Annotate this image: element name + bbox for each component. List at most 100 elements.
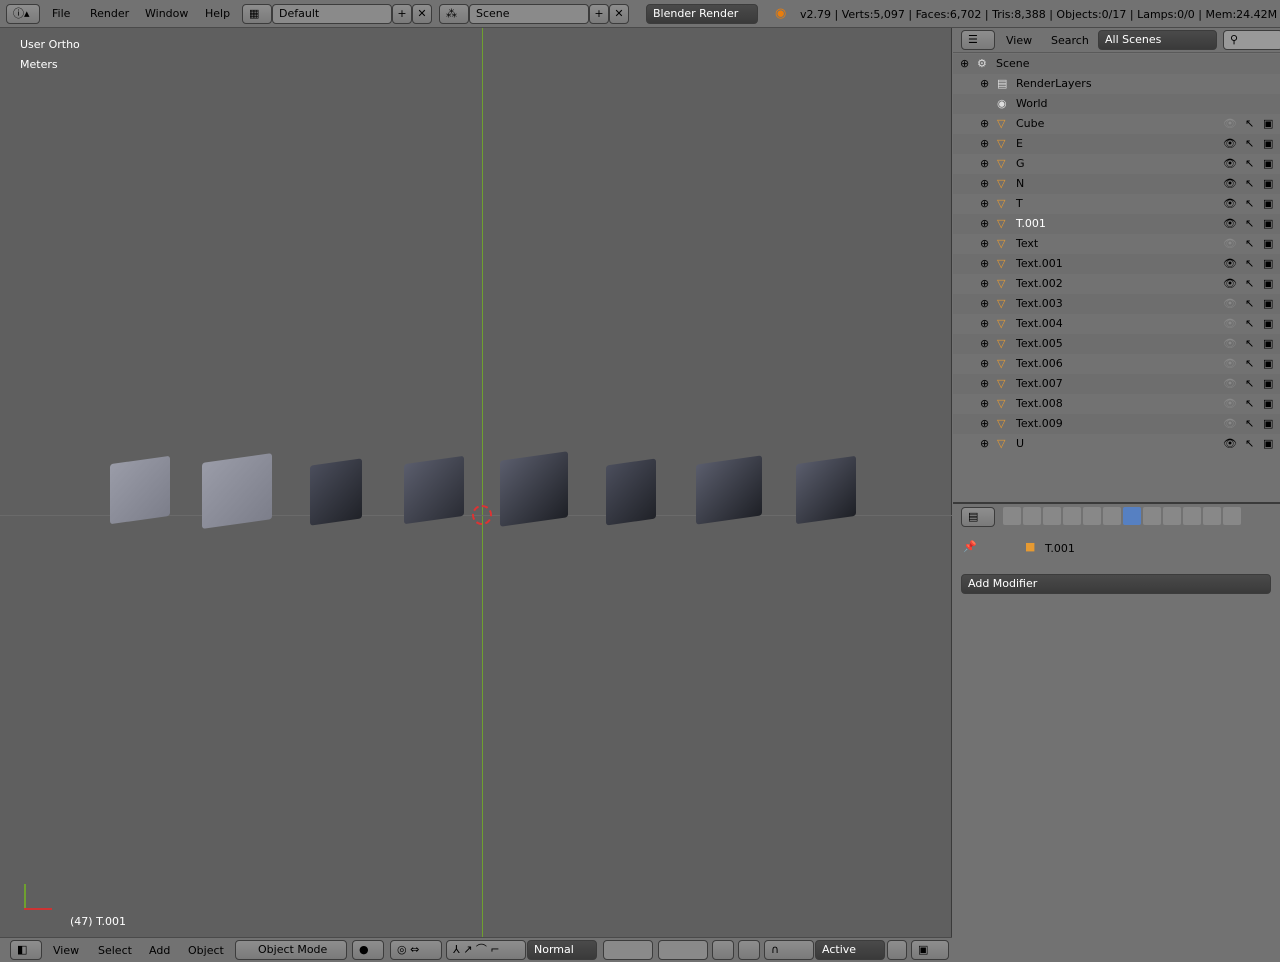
selectable-cursor-icon[interactable]: ↖ xyxy=(1245,414,1254,434)
selectable-cursor-icon[interactable]: ↖ xyxy=(1245,294,1254,314)
outliner-item[interactable]: ⊕ ▽ Text.008 👁 ↖ ▣ xyxy=(953,394,1280,414)
expand-icon[interactable]: ⊕ xyxy=(980,294,989,314)
orientation-select[interactable]: Normal xyxy=(527,940,597,960)
tab-layers-icon[interactable] xyxy=(1023,507,1041,525)
scene-icon-button[interactable]: ⁂ xyxy=(439,4,469,24)
expand-icon[interactable]: ⊕ xyxy=(980,214,989,234)
tab-modifiers-icon[interactable] xyxy=(1123,507,1141,525)
visibility-eye-icon[interactable]: 👁 xyxy=(1223,374,1237,394)
layout-icon-button[interactable]: ▦ xyxy=(242,4,272,24)
renderable-camera-icon[interactable]: ▣ xyxy=(1263,394,1273,414)
outliner-item-name[interactable]: U xyxy=(1016,434,1024,454)
tab-material-icon[interactable] xyxy=(1163,507,1181,525)
text-object-1[interactable] xyxy=(110,455,170,525)
expand-icon[interactable]: ⊕ xyxy=(980,194,989,214)
expand-icon[interactable]: ⊕ xyxy=(980,254,989,274)
editor-type-info-button[interactable]: ⓘ▴ xyxy=(6,4,40,24)
tab-object-icon[interactable] xyxy=(1083,507,1101,525)
menu-window[interactable]: Window xyxy=(145,7,188,20)
renderable-camera-icon[interactable]: ▣ xyxy=(1263,174,1273,194)
tab-constraints-icon[interactable] xyxy=(1103,507,1121,525)
selectable-cursor-icon[interactable]: ↖ xyxy=(1245,434,1254,454)
outliner-item-name[interactable]: Text xyxy=(1016,234,1038,254)
text-object-2[interactable] xyxy=(202,453,272,529)
selectable-cursor-icon[interactable]: ↖ xyxy=(1245,154,1254,174)
outliner-item[interactable]: ⊕ ▽ Text.007 👁 ↖ ▣ xyxy=(953,374,1280,394)
selectable-cursor-icon[interactable]: ↖ xyxy=(1245,354,1254,374)
renderable-camera-icon[interactable]: ▣ xyxy=(1263,134,1273,154)
outliner-item[interactable]: ◉ World xyxy=(953,94,1280,114)
selectable-cursor-icon[interactable]: ↖ xyxy=(1245,194,1254,214)
text-object-8[interactable] xyxy=(796,455,856,525)
renderable-camera-icon[interactable]: ▣ xyxy=(1263,354,1273,374)
pivot-select[interactable]: ◎ ⇔ xyxy=(390,940,442,960)
shading-select[interactable]: ● xyxy=(352,940,384,960)
selectable-cursor-icon[interactable]: ↖ xyxy=(1245,374,1254,394)
outliner-item-name[interactable]: N xyxy=(1016,174,1024,194)
tab-texture-icon[interactable] xyxy=(1183,507,1201,525)
3d-viewport[interactable]: User Ortho Meters (47) T.001 xyxy=(0,28,952,937)
visibility-eye-icon[interactable]: 👁 xyxy=(1223,434,1237,454)
outliner-item-name[interactable]: Cube xyxy=(1016,114,1044,134)
renderable-camera-icon[interactable]: ▣ xyxy=(1263,234,1273,254)
outliner-item[interactable]: ⊕ ⚙ Scene xyxy=(953,54,1280,74)
menu-view[interactable]: View xyxy=(53,944,79,957)
expand-icon[interactable]: ⊕ xyxy=(980,114,989,134)
manipulator-buttons[interactable]: ⅄ ↗ ⌒ ⌐ xyxy=(446,940,526,960)
outliner-item[interactable]: ⊕ ▽ Text.009 👁 ↖ ▣ xyxy=(953,414,1280,434)
menu-render[interactable]: Render xyxy=(90,7,129,20)
outliner-item-name[interactable]: RenderLayers xyxy=(1016,74,1092,94)
outliner-item[interactable]: ⊕ ▽ Text.001 👁 ↖ ▣ xyxy=(953,254,1280,274)
renderable-camera-icon[interactable]: ▣ xyxy=(1263,434,1273,454)
selectable-cursor-icon[interactable]: ↖ xyxy=(1245,254,1254,274)
outliner-item[interactable]: ⊕ ▽ T.001 👁 ↖ ▣ xyxy=(953,214,1280,234)
renderable-camera-icon[interactable]: ▣ xyxy=(1263,154,1273,174)
editor-type-3d-icon[interactable]: ◧ xyxy=(10,940,42,960)
visibility-eye-icon[interactable]: 👁 xyxy=(1223,114,1237,134)
outliner-item-name[interactable]: T xyxy=(1016,194,1023,214)
outliner-item-name[interactable]: Text.001 xyxy=(1016,254,1063,274)
outliner-editor-type-icon[interactable]: ☰ xyxy=(961,30,995,50)
menu-file[interactable]: File xyxy=(52,7,70,20)
renderable-camera-icon[interactable]: ▣ xyxy=(1263,294,1273,314)
mode-select[interactable]: Object Mode xyxy=(235,940,347,960)
visibility-eye-icon[interactable]: 👁 xyxy=(1223,174,1237,194)
add-modifier-select[interactable]: Add Modifier xyxy=(961,574,1271,594)
outliner-item[interactable]: ⊕ ▽ Text.004 👁 ↖ ▣ xyxy=(953,314,1280,334)
visibility-eye-icon[interactable]: 👁 xyxy=(1223,334,1237,354)
expand-icon[interactable]: ⊕ xyxy=(980,74,989,94)
visibility-eye-icon[interactable]: 👁 xyxy=(1223,254,1237,274)
proportional-edit-icon[interactable] xyxy=(738,940,760,960)
expand-icon[interactable]: ⊕ xyxy=(980,134,989,154)
expand-icon[interactable]: ⊕ xyxy=(980,394,989,414)
snap-target-select[interactable]: Active xyxy=(815,940,885,960)
snap-align-icon[interactable] xyxy=(887,940,907,960)
selectable-cursor-icon[interactable]: ↖ xyxy=(1245,334,1254,354)
outliner-item[interactable]: ⊕ ▽ G 👁 ↖ ▣ xyxy=(953,154,1280,174)
selectable-cursor-icon[interactable]: ↖ xyxy=(1245,134,1254,154)
expand-icon[interactable]: ⊕ xyxy=(980,154,989,174)
properties-editor-type-icon[interactable]: ▤ xyxy=(961,507,995,527)
expand-icon[interactable]: ⊕ xyxy=(980,354,989,374)
selectable-cursor-icon[interactable]: ↖ xyxy=(1245,234,1254,254)
expand-icon[interactable]: ⊕ xyxy=(960,54,969,74)
snap-toggle-icon[interactable]: ∩ xyxy=(764,940,814,960)
expand-icon[interactable]: ⊕ xyxy=(980,314,989,334)
visibility-eye-icon[interactable]: 👁 xyxy=(1223,414,1237,434)
renderable-camera-icon[interactable]: ▣ xyxy=(1263,214,1273,234)
menu-help[interactable]: Help xyxy=(205,7,230,20)
scene-name-field[interactable]: Scene xyxy=(469,4,589,24)
expand-icon[interactable]: ⊕ xyxy=(980,234,989,254)
menu-add[interactable]: Add xyxy=(149,944,170,957)
outliner-item-name[interactable]: Text.002 xyxy=(1016,274,1063,294)
tab-world-icon[interactable] xyxy=(1063,507,1081,525)
outliner-item-name[interactable]: World xyxy=(1016,94,1048,114)
outliner-item-name[interactable]: Text.009 xyxy=(1016,414,1063,434)
text-object-7[interactable] xyxy=(696,455,762,525)
renderable-camera-icon[interactable]: ▣ xyxy=(1263,254,1273,274)
expand-icon[interactable]: ⊕ xyxy=(980,434,989,454)
outliner-item[interactable]: ⊕ ▤ RenderLayers xyxy=(953,74,1280,94)
visibility-eye-icon[interactable]: 👁 xyxy=(1223,214,1237,234)
render-opengl-icon[interactable]: ▣ xyxy=(911,940,949,960)
layers-grid-1[interactable] xyxy=(603,940,653,960)
